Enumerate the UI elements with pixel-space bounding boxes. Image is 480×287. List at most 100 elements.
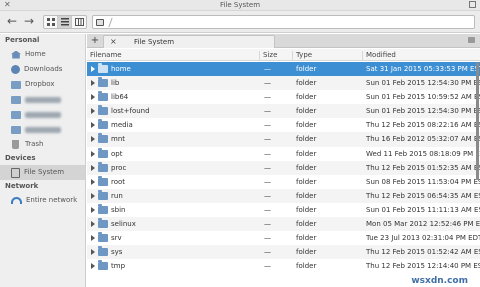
table-row[interactable]: mnt — folder Thu 16 Feb 2012 05:32:07 AM ES… xyxy=(87,132,480,147)
folder-icon xyxy=(98,246,108,257)
table-row[interactable]: lost+found — folder Sun 01 Feb 2015 12:54:3… xyxy=(87,104,480,119)
file-name: sys xyxy=(111,248,123,257)
expand-arrow-icon[interactable] xyxy=(91,263,95,270)
column-header-modified[interactable]: Modified xyxy=(362,51,480,61)
file-name: srv xyxy=(111,234,122,243)
file-type: folder xyxy=(296,163,317,172)
tab-label: File System xyxy=(134,38,175,46)
sidebar-item[interactable]: Dropbox xyxy=(0,77,85,92)
expand-arrow-icon[interactable] xyxy=(91,66,95,72)
table-row[interactable]: sbin — folder Sun 01 Feb 2015 11:11:13 AM E… xyxy=(87,203,480,217)
expand-arrow-icon[interactable] xyxy=(91,164,95,171)
path-bar[interactable] xyxy=(92,15,475,29)
sidebar-section-header: Devices xyxy=(5,154,36,162)
column-header-filename[interactable]: Filename xyxy=(87,51,259,61)
sidebar-item[interactable] xyxy=(0,92,85,107)
sidebar-item[interactable]: Trash xyxy=(0,137,85,152)
expand-arrow-icon[interactable] xyxy=(91,206,95,213)
file-modified: Thu 12 Feb 2015 08:22:16 AM EST xyxy=(366,121,480,130)
window-title: File System xyxy=(219,1,261,9)
expand-arrow-icon[interactable] xyxy=(91,94,95,101)
file-size: — xyxy=(264,65,271,73)
expand-arrow-icon[interactable] xyxy=(91,221,95,228)
sidebar-item[interactable]: Home xyxy=(0,47,85,62)
restore-tab-icon[interactable] xyxy=(468,37,475,43)
table-row[interactable]: media — folder Thu 12 Feb 2015 08:22:16 AM … xyxy=(87,118,480,132)
table-header: Filename Size Type Modified xyxy=(87,49,480,61)
sidebar-item-label: Entire network xyxy=(26,196,78,204)
file-name: media xyxy=(111,121,133,130)
maximize-icon[interactable] xyxy=(469,1,476,8)
expand-arrow-icon[interactable] xyxy=(91,80,95,87)
file-name: lib64 xyxy=(111,93,129,102)
table-row[interactable]: lib — folder Sun 01 Feb 2015 12:54:30 PM ES… xyxy=(87,76,480,91)
table-row[interactable]: root — folder Sun 08 Feb 2015 11:53:04 PM E… xyxy=(87,175,480,189)
file-size: — xyxy=(264,107,271,116)
file-size: — xyxy=(264,149,271,158)
expand-arrow-icon[interactable] xyxy=(91,122,95,129)
file-size: — xyxy=(264,135,271,144)
list-view-button[interactable] xyxy=(58,16,72,28)
tab-close-button[interactable]: × xyxy=(110,37,117,47)
folder-icon xyxy=(98,147,108,158)
column-view-button[interactable] xyxy=(72,16,86,28)
file-name: opt xyxy=(111,149,123,158)
file-name: proc xyxy=(111,163,127,172)
table-row[interactable]: opt — folder Wed 11 Feb 2015 08:18:09 PM ES… xyxy=(87,147,480,161)
grid-icon xyxy=(46,18,55,26)
table-row[interactable]: home — folder Sat 31 Jan 2015 05:33:53 PM E… xyxy=(87,62,480,77)
forward-button[interactable]: → xyxy=(23,15,35,28)
table-row[interactable]: srv — folder Tue 23 Jul 2013 02:31:04 PM ED… xyxy=(87,231,480,245)
sidebar-item[interactable]: Downloads xyxy=(0,62,85,77)
icon-view-button[interactable] xyxy=(44,16,58,28)
view-mode-switcher xyxy=(43,15,87,29)
file-modified: Tue 23 Jul 2013 02:31:04 PM EDT xyxy=(366,234,480,243)
expand-arrow-icon[interactable] xyxy=(91,192,95,199)
folder-icon xyxy=(11,80,21,89)
table-row[interactable]: run — folder Thu 12 Feb 2015 06:54:35 AM ES… xyxy=(87,188,480,203)
folder-icon xyxy=(11,125,21,134)
file-name: home xyxy=(111,65,131,73)
table-row[interactable]: sys — folder Thu 12 Feb 2015 01:52:42 AM ES… xyxy=(87,245,480,260)
file-type: folder xyxy=(296,205,317,214)
file-name: run xyxy=(111,191,123,200)
folder-icon xyxy=(98,260,108,271)
expand-arrow-icon[interactable] xyxy=(91,136,95,143)
tab-file-system[interactable]: × File System xyxy=(103,35,275,48)
file-size: — xyxy=(264,234,271,243)
file-name: lost+found xyxy=(111,107,150,116)
table-row[interactable]: tmp — folder Thu 12 Feb 2015 12:14:40 PM ES… xyxy=(87,259,480,273)
expand-arrow-icon[interactable] xyxy=(91,108,95,115)
expand-arrow-icon[interactable] xyxy=(91,235,95,242)
folder-icon xyxy=(98,232,108,243)
column-header-size[interactable]: Size xyxy=(259,51,292,61)
expand-arrow-icon[interactable] xyxy=(91,150,95,157)
file-size: — xyxy=(264,79,271,88)
table-row[interactable]: lib64 — folder Sun 01 Feb 2015 10:59:52 AM … xyxy=(87,90,480,104)
folder-icon xyxy=(98,175,108,186)
expand-arrow-icon[interactable] xyxy=(91,178,95,185)
file-name: mnt xyxy=(111,135,125,144)
scrollbar[interactable] xyxy=(476,62,479,180)
file-modified: Sun 08 Feb 2015 11:53:04 PM EST xyxy=(366,177,480,186)
sidebar-item[interactable]: Entire network xyxy=(0,193,85,208)
folder-icon xyxy=(98,63,108,73)
columns-icon xyxy=(74,18,84,26)
expand-arrow-icon[interactable] xyxy=(91,249,95,256)
table-row[interactable]: proc — folder Thu 12 Feb 2015 01:52:35 AM E… xyxy=(87,160,480,175)
watermark: wsxdn.com xyxy=(411,276,468,286)
column-header-type[interactable]: Type xyxy=(292,51,362,61)
file-type: folder xyxy=(296,248,317,257)
drive-icon[interactable] xyxy=(96,18,104,26)
sidebar-item[interactable]: File System xyxy=(0,165,85,180)
folder-icon xyxy=(11,95,21,104)
file-size: — xyxy=(264,191,271,200)
table-row[interactable]: selinux — folder Mon 05 Mar 2012 12:52:46 P… xyxy=(87,217,480,232)
sidebar-item[interactable] xyxy=(0,122,85,137)
sidebar-item[interactable] xyxy=(0,107,85,122)
back-button[interactable]: ← xyxy=(6,15,18,28)
file-type: folder xyxy=(296,220,317,229)
folder-icon xyxy=(98,133,108,144)
file-name: root xyxy=(111,177,126,186)
new-tab-button[interactable]: + xyxy=(90,35,100,47)
